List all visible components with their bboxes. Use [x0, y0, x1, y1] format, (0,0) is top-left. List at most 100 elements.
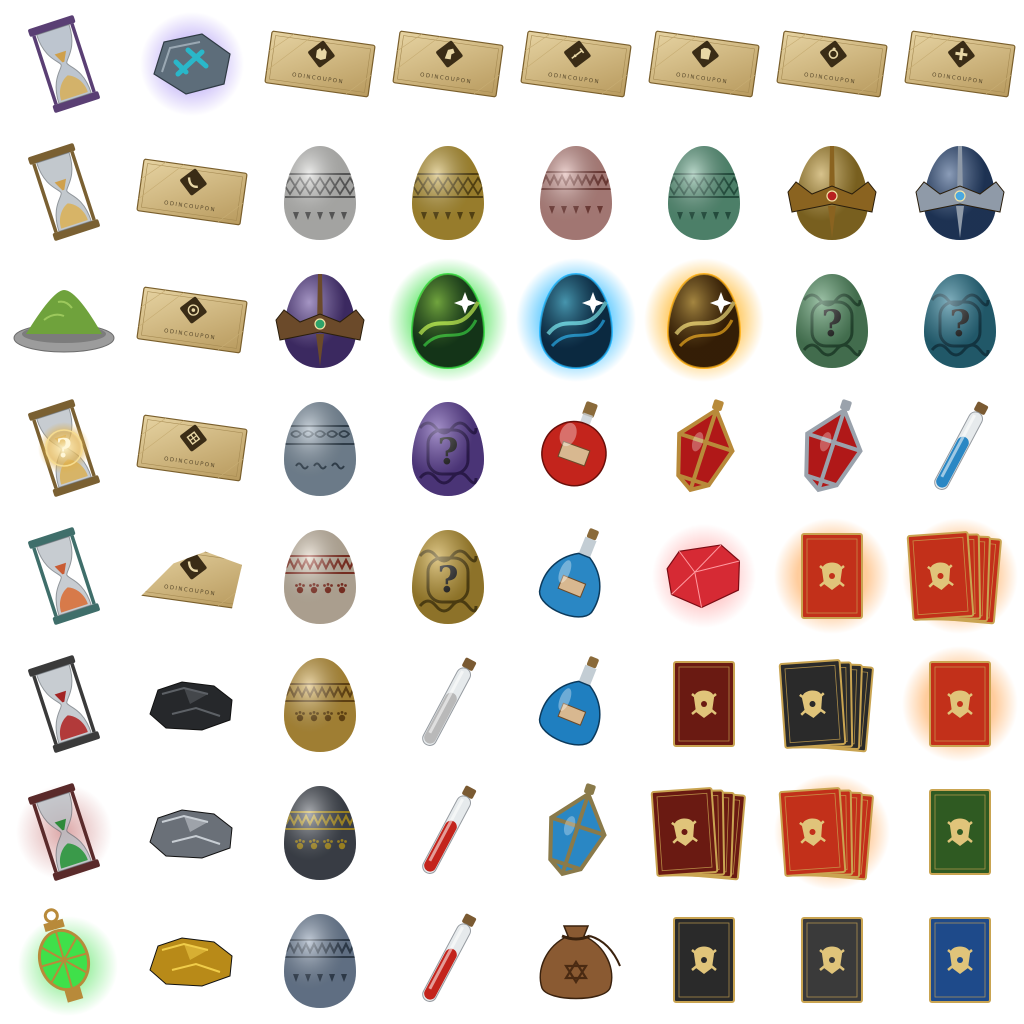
gold-mystery-egg-icon[interactable]: ? — [384, 512, 512, 640]
blue-grey-egg-2-icon-graphic — [284, 914, 356, 1008]
red-card-icon[interactable] — [768, 512, 896, 640]
blue-caged-potion-icon[interactable] — [512, 768, 640, 896]
red-rune-card-stack-icon[interactable] — [768, 768, 896, 896]
odin-coupon-wolf-icon-graphic: ODINCOUPON — [264, 30, 376, 98]
green-mystery-egg-icon[interactable]: ? — [768, 256, 896, 384]
teal-mystery-egg-icon-graphic: ? — [924, 274, 996, 368]
red-potion-flask-icon-graphic — [541, 401, 607, 487]
cursed-hourglass-icon[interactable] — [0, 768, 128, 896]
red-card-stack-icon-graphic — [902, 518, 1018, 634]
red-card-stack-icon[interactable] — [896, 512, 1024, 640]
blue-grey-egg-icon-graphic — [284, 402, 356, 496]
black-card-stack-icon-graphic — [778, 659, 874, 753]
odin-coupon-cross-icon[interactable]: ODINCOUPON — [896, 0, 1024, 128]
torn-coupon-icon[interactable]: ODINCOUPON — [128, 512, 256, 640]
rune-stone-glow-icon[interactable] — [128, 0, 256, 128]
odin-coupon-sword-icon[interactable]: ODINCOUPON — [512, 0, 640, 128]
green-glow-egg-icon-graphic — [388, 258, 508, 382]
slate-paw-egg-icon[interactable] — [256, 768, 384, 896]
red-rune-card-icon[interactable] — [896, 640, 1024, 768]
cursed-hourglass-icon-graphic — [16, 783, 112, 881]
gold-ore-icon[interactable] — [128, 896, 256, 1024]
teal-mystery-egg-icon[interactable]: ? — [896, 256, 1024, 384]
black-hourglass-icon-graphic — [28, 655, 100, 753]
blue-glow-egg-icon[interactable] — [512, 256, 640, 384]
teal-hourglass-icon[interactable] — [0, 512, 128, 640]
odin-coupon-armor-icon[interactable]: ODINCOUPON — [640, 0, 768, 128]
odin-coupon-knot-icon[interactable]: ODINCOUPON — [128, 384, 256, 512]
blue-card-icon[interactable] — [896, 896, 1024, 1024]
black-silver-card-icon-graphic — [801, 917, 863, 1003]
blue-potion-large-icon[interactable] — [512, 640, 640, 768]
green-powder-bowl-icon[interactable] — [0, 256, 128, 384]
red-potion-flask-icon[interactable] — [512, 384, 640, 512]
white-egg-icon-graphic — [284, 146, 356, 240]
gold-crowned-egg-icon-graphic — [787, 146, 877, 240]
black-hourglass-icon[interactable] — [0, 640, 128, 768]
odin-coupon-wolf-icon[interactable]: ODINCOUPON — [256, 0, 384, 128]
pink-egg-icon-graphic — [540, 146, 612, 240]
green-lantern-icon-graphic — [18, 908, 118, 1016]
green-lantern-icon[interactable] — [0, 896, 128, 1024]
purple-crowned-egg-icon[interactable] — [256, 256, 384, 384]
purple-mystery-egg-icon[interactable]: ? — [384, 384, 512, 512]
red-card-icon-graphic — [774, 518, 890, 634]
coal-ore-icon[interactable] — [128, 640, 256, 768]
blue-vial-icon[interactable] — [896, 384, 1024, 512]
yellow-egg-icon[interactable] — [384, 128, 512, 256]
teal-egg-icon-graphic — [668, 146, 740, 240]
golden-paw-egg-icon[interactable] — [256, 640, 384, 768]
black-card-stack-icon[interactable] — [768, 640, 896, 768]
cream-egg-icon[interactable] — [256, 512, 384, 640]
odin-coupon-horse-icon[interactable]: ODINCOUPON — [384, 0, 512, 128]
orange-glow-egg-icon[interactable] — [640, 256, 768, 384]
white-egg-icon[interactable] — [256, 128, 384, 256]
blue-crowned-egg-icon[interactable] — [896, 128, 1024, 256]
odin-coupon-shield-icon[interactable]: ODINCOUPON — [128, 256, 256, 384]
purple-crowned-egg-icon-graphic — [275, 274, 365, 368]
yellow-egg-icon-graphic — [412, 146, 484, 240]
green-card-icon-graphic — [929, 789, 991, 875]
gold-crowned-egg-icon[interactable] — [768, 128, 896, 256]
red-crystal-potion-icon[interactable] — [640, 384, 768, 512]
blue-caged-potion-icon-graphic — [548, 783, 607, 877]
mystery-question-mark: ? — [56, 434, 71, 464]
iron-ore-icon-graphic — [149, 809, 233, 859]
dark-red-card-stack-icon[interactable] — [640, 768, 768, 896]
bronze-hourglass-icon[interactable] — [0, 128, 128, 256]
red-vial-icon[interactable] — [384, 768, 512, 896]
pink-egg-icon[interactable] — [512, 128, 640, 256]
iron-ore-icon[interactable] — [128, 768, 256, 896]
red-gem-icon-graphic — [652, 524, 756, 628]
mystery-hourglass-icon[interactable]: ? — [0, 384, 128, 512]
blue-potion-bottle-icon[interactable] — [512, 512, 640, 640]
odin-coupon-ring-icon[interactable]: ODINCOUPON — [768, 0, 896, 128]
red-crystal-potion-icon-graphic — [676, 399, 735, 493]
odin-coupon-horse-icon-graphic: ODINCOUPON — [392, 30, 504, 98]
black-card-icon[interactable] — [640, 896, 768, 1024]
green-glow-egg-icon[interactable] — [384, 256, 512, 384]
dark-red-card-icon[interactable] — [640, 640, 768, 768]
blue-potion-large-icon-graphic — [538, 656, 601, 746]
red-rune-card-stack-icon-graphic — [774, 774, 890, 890]
blue-grey-egg-2-icon[interactable] — [256, 896, 384, 1024]
empty-vial-icon[interactable] — [384, 640, 512, 768]
red-crystal-potion-silver-icon-graphic — [804, 399, 863, 493]
blue-grey-egg-icon[interactable] — [256, 384, 384, 512]
red-gem-icon[interactable] — [640, 512, 768, 640]
black-silver-card-icon[interactable] — [768, 896, 896, 1024]
bronze-hourglass-icon-graphic — [28, 143, 100, 241]
orange-glow-egg-icon-graphic — [644, 258, 764, 382]
green-powder-bowl-icon-graphic — [13, 290, 115, 353]
red-rune-card-icon-graphic — [902, 646, 1018, 762]
gold-ore-icon-graphic — [149, 937, 233, 987]
odin-coupon-horn-icon[interactable]: ODINCOUPON — [128, 128, 256, 256]
purple-hourglass-icon[interactable] — [0, 0, 128, 128]
odin-coupon-knot-icon-graphic: ODINCOUPON — [136, 414, 248, 482]
teal-egg-icon[interactable] — [640, 128, 768, 256]
red-crystal-potion-silver-icon[interactable] — [768, 384, 896, 512]
blue-glow-egg-icon-graphic — [516, 258, 636, 382]
red-tube-potion-icon[interactable] — [384, 896, 512, 1024]
green-card-icon[interactable] — [896, 768, 1024, 896]
leather-pouch-icon[interactable] — [512, 896, 640, 1024]
